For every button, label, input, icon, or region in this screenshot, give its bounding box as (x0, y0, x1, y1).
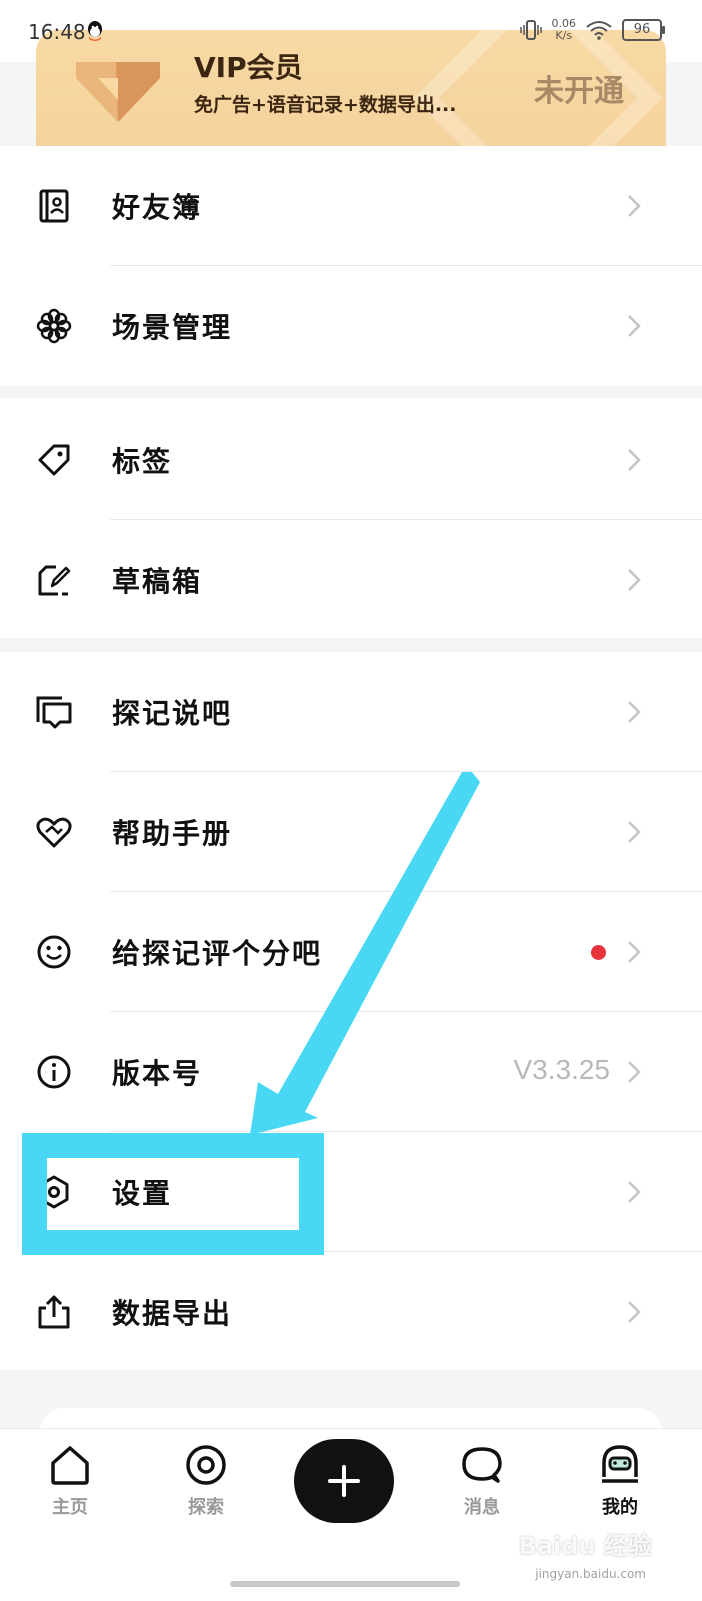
menu-item-help[interactable]: 帮助手册 (0, 772, 702, 892)
wifi-icon (586, 21, 612, 40)
vip-status: 未开通 (534, 74, 624, 109)
settings-hexagon-icon (39, 1175, 69, 1209)
tab-label: 我的 (602, 1497, 638, 1518)
vip-logo-icon (76, 62, 160, 122)
status-time: 16:48 (28, 20, 86, 44)
tab-label: 主页 (52, 1497, 88, 1518)
menu-item-export[interactable]: 数据导出 (0, 1252, 702, 1372)
chevron-right-icon (628, 821, 641, 843)
menu-item-label: 给探记评个分吧 (112, 937, 323, 970)
menu-item-label: 设置 (112, 1177, 173, 1210)
chevron-right-icon (628, 701, 641, 723)
tab-bar: 主页 探索 消息 我的 Baidu 经验 jingyan.baidu.com (0, 1428, 702, 1601)
vip-title: VIP会员 (194, 51, 303, 84)
menu-item-label: 数据导出 (112, 1297, 233, 1330)
tab-me[interactable]: 我的 (570, 1443, 670, 1519)
menu-item-label: 版本号 (112, 1057, 203, 1090)
menu-item-label: 好友簿 (112, 191, 203, 224)
info-icon (37, 1055, 71, 1089)
menu-item-settings[interactable]: 设置 (0, 1132, 702, 1252)
vibrate-icon (519, 20, 542, 40)
profile-face-icon (602, 1445, 638, 1483)
menu-item-tags[interactable]: 标签 (0, 400, 702, 520)
tab-home[interactable]: 主页 (20, 1443, 120, 1519)
vip-subtitle: 免广告+语音记录+数据导出... (194, 94, 457, 116)
status-icons: 0.06 K/s 96 (519, 18, 665, 42)
heart-handshake-icon (36, 817, 72, 848)
chevron-right-icon (628, 195, 641, 217)
version-value: V3.3.25 (513, 1054, 610, 1085)
watermark-brand: Baidu 经验 (518, 1532, 652, 1560)
menu-item-version[interactable]: 版本号 V3.3.25 (0, 1012, 702, 1132)
menu-item-friends[interactable]: 好友簿 (0, 146, 702, 266)
menu-item-community[interactable]: 探记说吧 (0, 652, 702, 772)
menu-item-rate[interactable]: 给探记评个分吧 (0, 892, 702, 1012)
draft-edit-icon (38, 565, 71, 596)
plus-icon (328, 1465, 360, 1497)
qq-icon (88, 21, 102, 41)
menu-item-label: 探记说吧 (112, 697, 233, 730)
explore-compass-icon (186, 1445, 226, 1485)
chat-bubble-icon (36, 696, 72, 729)
message-bubble-icon (462, 1447, 502, 1483)
menu-group-1: 好友簿 场景管理 (0, 146, 702, 386)
chevron-right-icon (628, 941, 641, 963)
tag-icon (38, 444, 70, 476)
menu-group-2: 标签 草稿箱 (0, 398, 702, 638)
battery-indicator: 96 (622, 19, 665, 41)
menu-item-label: 草稿箱 (112, 565, 203, 598)
menu-item-label: 场景管理 (112, 311, 233, 344)
chevron-right-icon (628, 315, 641, 337)
chevron-right-icon (628, 1181, 641, 1203)
flower-icon (36, 308, 72, 344)
vip-banner[interactable]: VIP会员 免广告+语音记录+数据导出... 未开通 (36, 30, 666, 146)
menu-group-3: 探记说吧 帮助手册 给探记评个分吧 版本号 V3.3.25 设置 数据导出 (0, 652, 702, 1370)
smiley-icon (37, 935, 71, 969)
home-icon (51, 1446, 89, 1485)
chevron-right-icon (628, 1061, 641, 1083)
net-speed: 0.06 K/s (552, 18, 577, 42)
menu-item-drafts[interactable]: 草稿箱 (0, 520, 702, 640)
menu-item-scenes[interactable]: 场景管理 (0, 266, 702, 386)
tab-messages[interactable]: 消息 (432, 1443, 532, 1519)
menu-item-label: 标签 (112, 445, 173, 478)
menu-item-label: 帮助手册 (112, 817, 233, 850)
tab-explore[interactable]: 探索 (156, 1443, 256, 1519)
net-speed-unit: K/s (555, 29, 573, 42)
chevron-right-icon (628, 1301, 641, 1323)
tab-label: 消息 (464, 1497, 500, 1518)
chevron-right-icon (628, 569, 641, 591)
share-upload-icon (38, 1295, 70, 1329)
add-button[interactable] (294, 1439, 394, 1523)
contacts-book-icon (39, 189, 69, 223)
home-indicator (230, 1581, 460, 1587)
tab-label: 探索 (188, 1497, 224, 1518)
chevron-right-icon (628, 449, 641, 471)
notification-dot (591, 945, 606, 960)
watermark-url: jingyan.baidu.com (535, 1567, 646, 1581)
